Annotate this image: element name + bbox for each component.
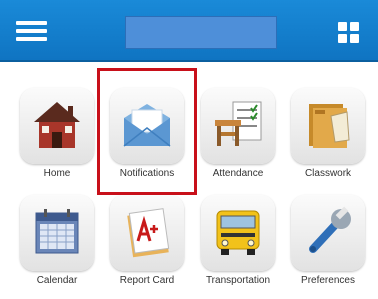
grid-apps-icon[interactable] (338, 22, 360, 44)
tile-label: Notifications (119, 168, 175, 179)
header-title-box (125, 16, 277, 49)
school-bus-icon (216, 210, 260, 255)
tile-calendar[interactable]: Calendar (12, 195, 102, 295)
tile-classwork[interactable]: Classwork (283, 88, 373, 188)
desk-checklist-icon (215, 101, 262, 146)
house-icon (34, 102, 80, 148)
top-bar (0, 0, 378, 62)
hamburger-menu-icon[interactable] (16, 21, 47, 41)
tile-transportation[interactable]: Transportation (193, 195, 283, 295)
tile-label: Home (43, 168, 71, 179)
folder-icon (309, 104, 350, 148)
tile-label: Transportation (205, 275, 271, 286)
tile-notifications[interactable]: Notifications (102, 88, 192, 188)
tile-attendance[interactable]: Attendance (193, 88, 283, 188)
envelope-icon (123, 104, 171, 147)
calendar-icon (35, 209, 79, 254)
tile-home[interactable]: Home (12, 88, 102, 188)
tile-label: Attendance (212, 168, 264, 179)
report-card-icon (127, 208, 170, 258)
tile-preferences[interactable]: Preferences (283, 195, 373, 295)
tile-label: Classwork (304, 168, 352, 179)
tile-label: Preferences (301, 275, 355, 286)
tile-label: Report Card (119, 275, 175, 286)
wrench-icon (309, 206, 351, 253)
tile-report-card[interactable]: Report Card (102, 195, 192, 295)
tile-label: Calendar (36, 275, 78, 286)
